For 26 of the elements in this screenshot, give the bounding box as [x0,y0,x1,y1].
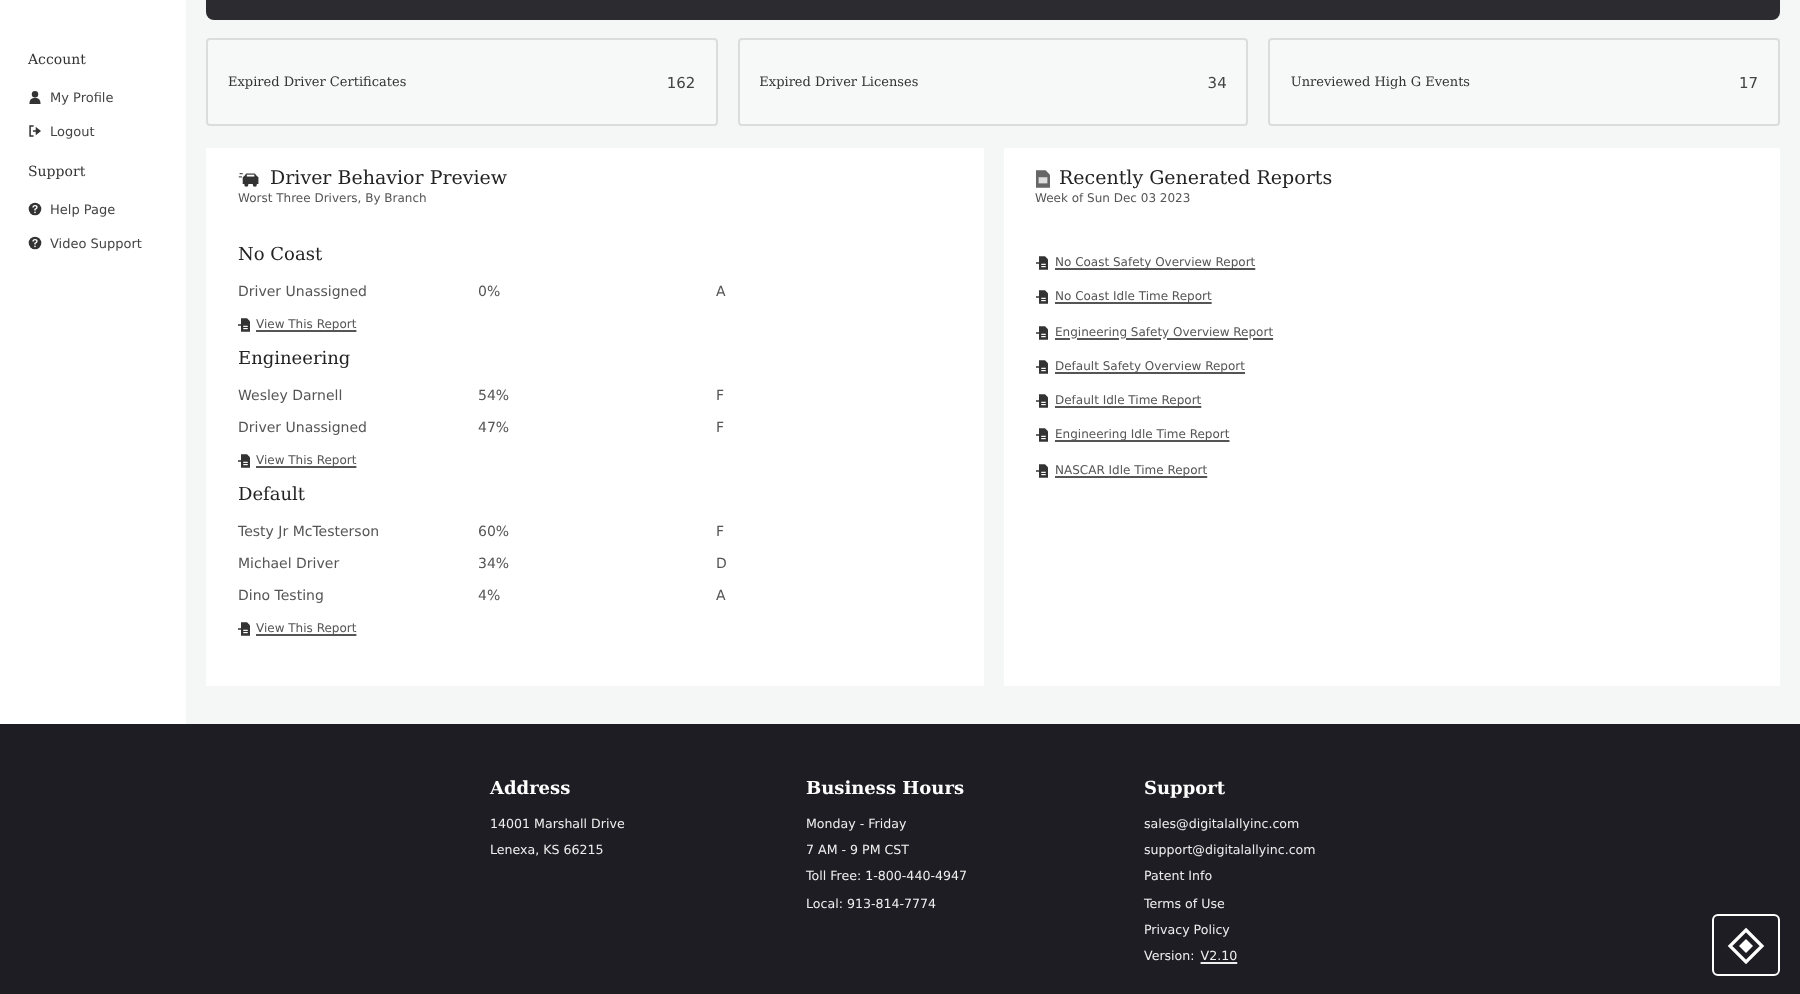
footer-heading: Business Hours [806,780,967,800]
file-icon [1035,325,1047,340]
file-icon [1035,359,1047,374]
diamond-icon [1726,925,1766,965]
file-icon [238,622,250,636]
file-icon [238,318,250,332]
help-icon [28,202,42,216]
file-icon [1035,256,1047,270]
logo-button[interactable] [1712,914,1780,976]
branch-heading: No Coast [238,246,325,266]
branch-heading: Engineering [238,350,353,370]
file-icon [1035,394,1047,409]
file-icon [1035,428,1047,443]
file-icon [1035,290,1047,305]
footer-heading: Address [490,780,573,800]
branch-heading: Default [238,486,308,506]
footer-heading: Support [1144,780,1228,800]
file-icon [238,454,250,468]
help-icon [28,236,42,250]
panel-title: Recently Generated Reports [1059,168,1333,190]
logout-icon [28,124,42,138]
panel-title: Driver Behavior Preview [270,168,508,190]
document-icon [1035,170,1049,188]
car-icon [238,171,260,187]
file-icon [1035,463,1047,478]
user-icon [28,90,42,104]
